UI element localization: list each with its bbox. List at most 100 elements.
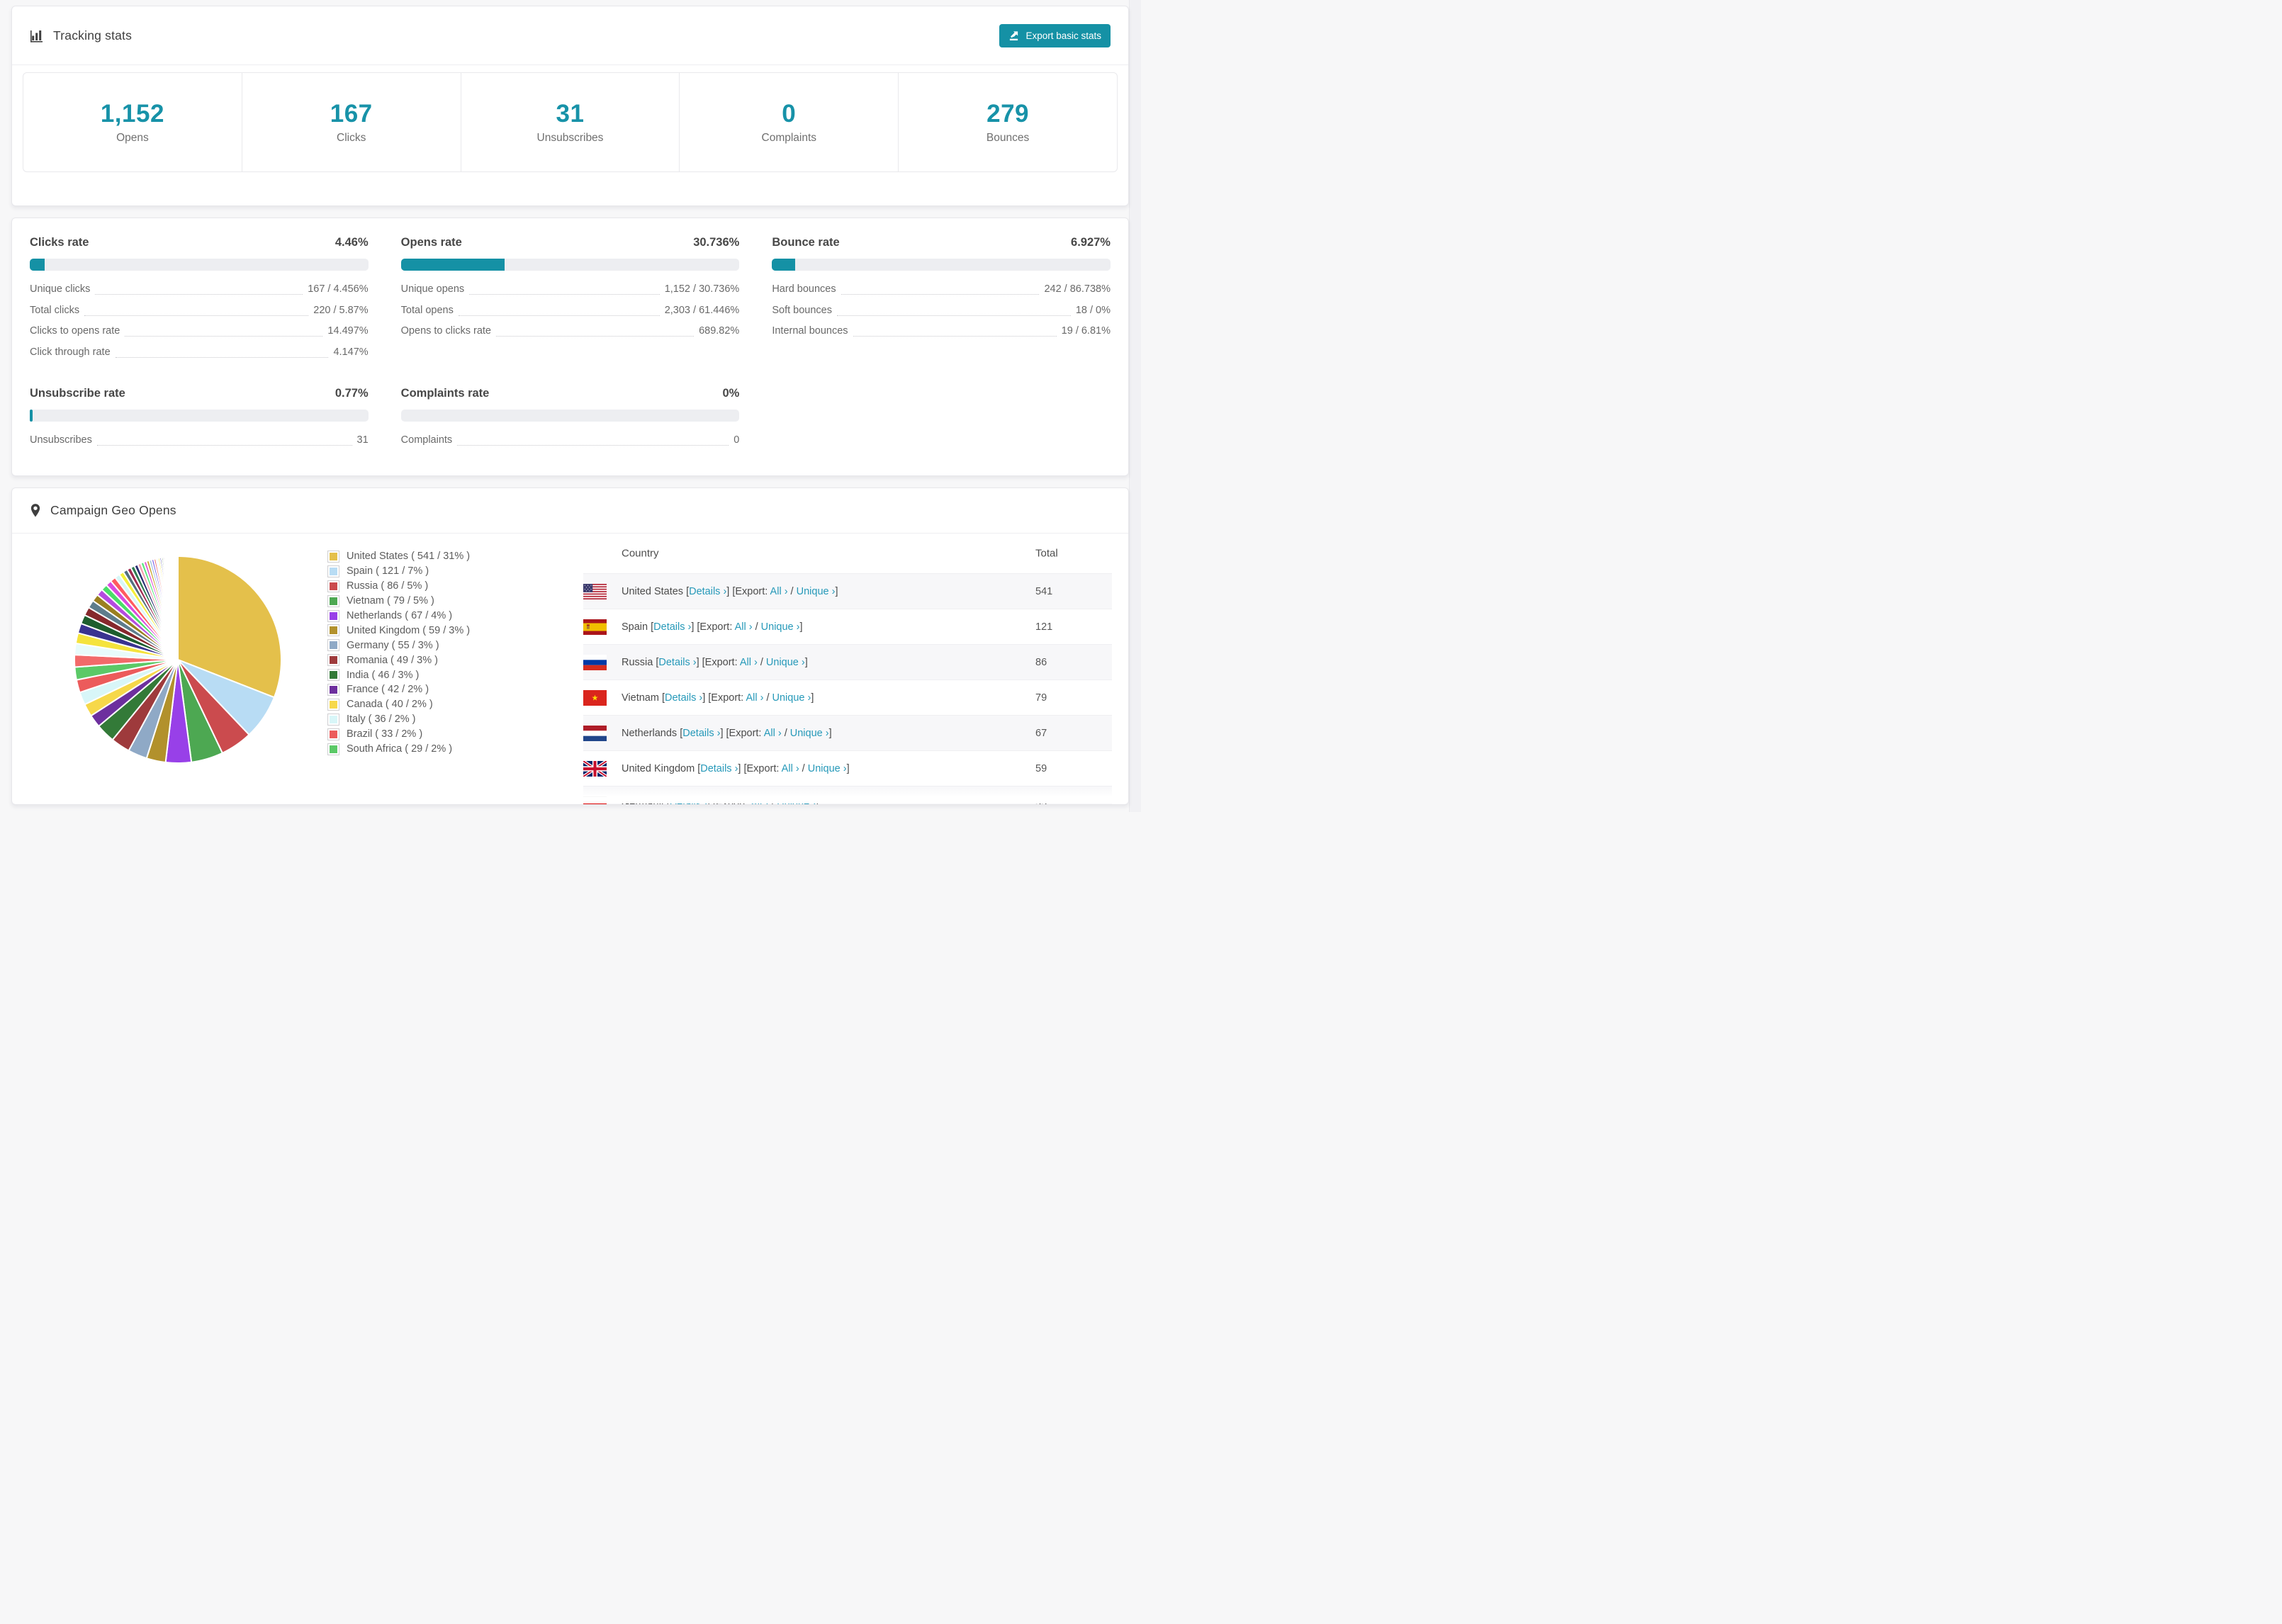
flag-us-icon bbox=[583, 583, 607, 599]
export-unique-link[interactable]: Unique › bbox=[766, 657, 805, 668]
export-unique-link[interactable]: Unique › bbox=[797, 586, 836, 597]
tracking-stats-header: Tracking stats Export basic stats bbox=[12, 6, 1128, 65]
legend-swatch bbox=[328, 595, 339, 607]
rate-progressbar bbox=[30, 259, 369, 271]
export-unique-link[interactable]: Unique › bbox=[808, 763, 847, 774]
details-link[interactable]: Details › bbox=[689, 586, 726, 597]
export-all-link[interactable]: All › bbox=[751, 799, 768, 805]
tracking-stats-card: Tracking stats Export basic stats 1,152 … bbox=[11, 6, 1129, 206]
rate-row: Total opens 2,303 / 61.446% bbox=[401, 300, 739, 322]
geo-row-gb: United Kingdom [Details ›] [Export: All … bbox=[583, 750, 1112, 786]
export-unique-link[interactable]: Unique › bbox=[761, 621, 800, 633]
dotted-leader bbox=[96, 430, 352, 446]
legend-item: Italy ( 36 / 2% ) bbox=[328, 712, 470, 727]
legend-swatch bbox=[328, 640, 339, 651]
country-cell: Vietnam [Details ›] [Export: All › / Uni… bbox=[622, 692, 814, 704]
total-cell: 121 bbox=[1035, 621, 1053, 633]
export-all-link[interactable]: All › bbox=[746, 692, 763, 704]
total-cell: 86 bbox=[1035, 656, 1047, 668]
legend-swatch bbox=[328, 743, 339, 755]
legend-swatch bbox=[328, 551, 339, 562]
legend-item: South Africa ( 29 / 2% ) bbox=[328, 742, 470, 757]
legend-swatch bbox=[328, 714, 339, 725]
export-unique-link[interactable]: Unique › bbox=[777, 799, 816, 805]
map-pin-icon bbox=[30, 503, 41, 518]
dotted-leader bbox=[495, 321, 695, 337]
legend-swatch bbox=[328, 655, 339, 666]
rate-row: Clicks to opens rate 14.497% bbox=[30, 321, 369, 342]
rate-row: Soft bounces 18 / 0% bbox=[772, 300, 1111, 322]
geo-row-ru: Russia [Details ›] [Export: All › / Uniq… bbox=[583, 644, 1112, 680]
stat-label: Complaints bbox=[761, 132, 817, 144]
stat-complaints: 0 Complaints bbox=[680, 73, 899, 171]
dotted-leader bbox=[458, 300, 660, 316]
page-scrollbar[interactable] bbox=[1129, 0, 1141, 812]
legend-item: Russia ( 86 / 5% ) bbox=[328, 579, 470, 594]
export-icon bbox=[1008, 30, 1019, 41]
total-cell: 67 bbox=[1035, 727, 1047, 739]
stat-value: 31 bbox=[556, 100, 585, 128]
export-all-link[interactable]: All › bbox=[740, 657, 758, 668]
details-link[interactable]: Details › bbox=[700, 763, 738, 774]
legend-item: United Kingdom ( 59 / 3% ) bbox=[328, 623, 470, 638]
legend-item: Canada ( 40 / 2% ) bbox=[328, 697, 470, 712]
export-all-link[interactable]: All › bbox=[735, 621, 753, 633]
rate-row: Unsubscribes 31 bbox=[30, 430, 369, 451]
geo-row-nl: Netherlands [Details ›] [Export: All › /… bbox=[583, 715, 1112, 750]
legend-swatch bbox=[328, 670, 339, 681]
country-cell: Russia [Details ›] [Export: All › / Uniq… bbox=[622, 656, 808, 668]
stat-opens: 1,152 Opens bbox=[23, 73, 242, 171]
export-all-link[interactable]: All › bbox=[782, 763, 799, 774]
geo-row-us: United States [Details ›] [Export: All ›… bbox=[583, 573, 1112, 609]
geo-row-vn: Vietnam [Details ›] [Export: All › / Uni… bbox=[583, 680, 1112, 715]
country-cell: Germany [Details ›] [Export: All › / Uni… bbox=[622, 799, 819, 805]
flag-vn-icon bbox=[583, 689, 607, 706]
export-basic-stats-button[interactable]: Export basic stats bbox=[999, 23, 1111, 47]
dotted-leader bbox=[457, 430, 729, 446]
stat-value: 279 bbox=[987, 100, 1030, 128]
dotted-leader bbox=[84, 300, 309, 316]
stat-bounces: 279 Bounces bbox=[899, 73, 1117, 171]
stat-label: Unsubscribes bbox=[536, 132, 604, 144]
rate-value: 6.927% bbox=[1071, 236, 1111, 249]
rate-row: Complaints 0 bbox=[401, 430, 739, 451]
details-link[interactable]: Details › bbox=[682, 728, 720, 739]
stat-value: 1,152 bbox=[100, 100, 164, 128]
legend-swatch bbox=[328, 625, 339, 636]
export-unique-link[interactable]: Unique › bbox=[790, 728, 829, 739]
rate-row: Unique opens 1,152 / 30.736% bbox=[401, 279, 739, 300]
stat-value: 167 bbox=[330, 100, 373, 128]
total-cell: 79 bbox=[1035, 692, 1047, 704]
details-link[interactable]: Details › bbox=[670, 799, 707, 805]
export-all-link[interactable]: All › bbox=[764, 728, 782, 739]
export-all-link[interactable]: All › bbox=[770, 586, 788, 597]
dotted-leader bbox=[841, 279, 1040, 295]
details-link[interactable]: Details › bbox=[665, 692, 702, 704]
stat-value: 0 bbox=[782, 100, 797, 128]
rate-title: Complaints rate bbox=[400, 387, 490, 400]
rate-progressbar bbox=[400, 410, 740, 422]
geo-row-de: Germany [Details ›] [Export: All › / Uni… bbox=[583, 786, 1112, 805]
rate-row: Internal bounces 19 / 6.81% bbox=[772, 321, 1111, 342]
bar-chart-icon bbox=[30, 28, 44, 43]
legend-swatch bbox=[328, 610, 339, 621]
export-unique-link[interactable]: Unique › bbox=[772, 692, 811, 704]
flag-ru-icon bbox=[583, 654, 607, 670]
details-link[interactable]: Details › bbox=[658, 657, 696, 668]
details-link[interactable]: Details › bbox=[653, 621, 691, 633]
rate-progressbar bbox=[30, 410, 369, 422]
rate-value: 0% bbox=[722, 387, 740, 400]
legend-swatch bbox=[328, 699, 339, 710]
geo-header: Campaign Geo Opens bbox=[12, 488, 1128, 534]
page-title: Tracking stats bbox=[53, 28, 133, 43]
legend-item: Netherlands ( 67 / 4% ) bbox=[328, 609, 470, 624]
rate-row: Unique clicks 167 / 4.456% bbox=[30, 279, 369, 300]
legend-item: Romania ( 49 / 3% ) bbox=[328, 653, 470, 667]
rate-block-clicks: Clicks rate 4.46% Unique clicks 167 / 4.… bbox=[30, 236, 369, 363]
rate-row: Click through rate 4.147% bbox=[30, 342, 369, 363]
rate-title: Bounce rate bbox=[772, 236, 840, 249]
col-total: Total bbox=[1035, 547, 1058, 559]
rate-row: Hard bounces 242 / 86.738% bbox=[772, 279, 1111, 300]
stats-row: 1,152 Opens 167 Clicks 31 Unsubscribes 0… bbox=[23, 72, 1118, 172]
rate-block-unsubscribe: Unsubscribe rate 0.77% Unsubscribes 31 bbox=[30, 387, 369, 451]
